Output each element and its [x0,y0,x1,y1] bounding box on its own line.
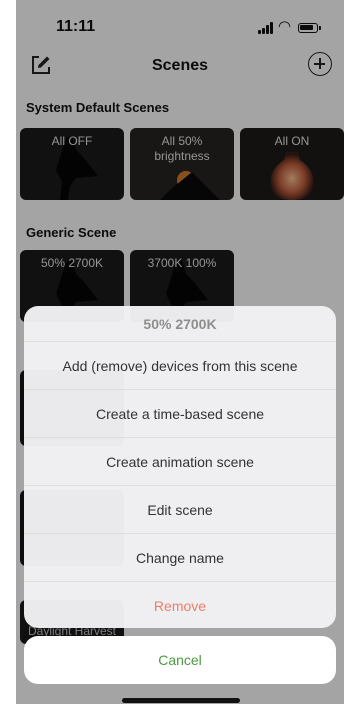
action-sheet-title: 50% 2700K [24,306,336,342]
remove-scene-button[interactable]: Remove [24,582,336,628]
app-screen: 11:11 ◠ Scenes System Default Scenes All… [16,0,344,704]
create-animation-scene-button[interactable]: Create animation scene [24,438,336,486]
change-name-button[interactable]: Change name [24,534,336,582]
edit-scene-button[interactable]: Edit scene [24,486,336,534]
home-indicator [122,698,240,703]
action-sheet: 50% 2700K Add (remove) devices from this… [24,306,336,628]
create-time-based-scene-button[interactable]: Create a time-based scene [24,390,336,438]
add-remove-devices-button[interactable]: Add (remove) devices from this scene [24,342,336,390]
cancel-button[interactable]: Cancel [24,636,336,684]
